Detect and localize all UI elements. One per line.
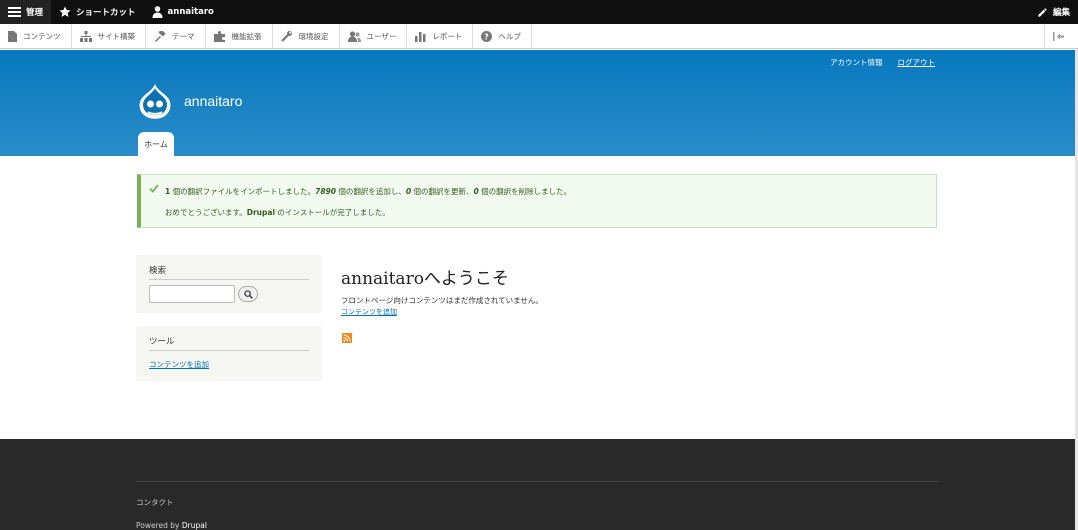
message-text: 個の翻訳を追加し、 [335,187,406,196]
admin-menu-label: ヘルプ [498,31,521,41]
content-icon [8,30,17,42]
manage-label: 管理 [26,8,44,18]
admin-menu-reports[interactable]: レポート [407,24,474,48]
user-icon [152,6,163,18]
admin-menu-appearance[interactable]: テーマ [146,24,206,48]
search-input[interactable] [149,285,235,303]
admin-menu-label: ユーザー [366,31,397,41]
admin-menu-help[interactable]: ? ヘルプ [473,24,532,48]
admin-toolbar: 管理 ショートカット annaitaro 編集 [0,0,1078,24]
user-label: annaitaro [167,7,214,17]
people-icon [347,30,361,42]
rss-feed-icon[interactable] [342,333,352,343]
orientation-toggle-icon [1053,31,1064,41]
svg-text:?: ? [485,32,490,41]
empty-front-text: フロントページ向けコンテンツはまだ作成されていません。 [341,296,543,305]
message-text: 個の翻訳ファイルをインポートしました。 [170,187,316,196]
admin-menu-label: サイト構築 [97,31,136,41]
shortcuts-label: ショートカット [76,8,136,18]
message-text: のインストールが完了しました。 [275,208,390,217]
admin-menu-content[interactable]: コンテンツ [0,24,72,48]
message-line-2: おめでとうございます。Drupal のインストールが完了しました。 [165,207,390,218]
page-title: annaitaroへようこそ [341,269,509,289]
admin-menu-structure[interactable]: サイト構築 [72,24,146,48]
message-brand: Drupal [246,208,276,217]
admin-menu-label: コンテンツ [23,31,61,41]
footer-divider [136,481,938,482]
search-icon [243,289,253,299]
account-link[interactable]: アカウント情報 [830,57,883,68]
admin-menu-people[interactable]: ユーザー [340,24,408,48]
pencil-icon [1038,7,1047,17]
main-add-content-link[interactable]: コンテンツを追加 [341,307,397,317]
message-text: おめでとうございます。 [165,208,247,217]
message-line-1: 1 個の翻訳ファイルをインポートしました。7890 個の翻訳を追加し、0 個の翻… [165,186,571,197]
manage-button[interactable]: 管理 [0,0,52,24]
reports-icon [415,31,426,42]
star-icon [59,6,71,17]
site-name[interactable]: annaitaro [184,93,242,109]
hamburger-icon [8,7,21,17]
tools-block: ツール コンテンツを追加 [136,326,322,381]
admin-menu-label: レポート [432,31,463,41]
appearance-icon [155,30,166,42]
message-count-added: 7890 [315,187,336,196]
message-text: 個の翻訳を更新、 [411,187,474,196]
powered-by-text: Powered by [136,521,182,530]
search-button[interactable] [238,286,258,302]
search-block: 検索 [136,255,322,313]
admin-menu-tray: コンテンツ サイト構築 テーマ 機能拡張 環境設定 ユーザー レポート ? ヘル… [0,24,1078,49]
tools-block-title: ツール [149,335,309,351]
add-content-link[interactable]: コンテンツを追加 [149,359,209,370]
site-footer: コンタクト Powered by Drupal [0,439,1075,530]
admin-menu-label: 環境設定 [298,31,329,41]
powered-by: Powered by Drupal [136,521,207,530]
secondary-menu: アカウント情報 ログアウト [830,57,935,68]
status-message: 1 個の翻訳ファイルをインポートしました。7890 個の翻訳を追加し、0 個の翻… [137,174,937,228]
user-button[interactable]: annaitaro [144,0,222,24]
tray-orientation-toggle[interactable] [1044,24,1078,48]
edit-label: 編集 [1052,8,1070,18]
extend-icon [213,30,225,42]
check-icon [149,184,159,193]
drupal-link[interactable]: Drupal [182,521,207,530]
admin-menu-label: 機能拡張 [231,31,262,41]
config-icon [280,30,292,42]
admin-menu-config[interactable]: 環境設定 [273,24,340,48]
shortcuts-button[interactable]: ショートカット [51,0,144,24]
message-text: 個の翻訳を削除しました。 [478,187,572,196]
footer-contact-link[interactable]: コンタクト [136,497,174,508]
admin-menu-label: テーマ [172,31,195,41]
help-icon: ? [481,30,493,42]
search-block-title: 検索 [149,264,309,280]
logout-link[interactable]: ログアウト [898,57,936,68]
drupal-logo-icon[interactable] [136,83,174,121]
tab-home[interactable]: ホーム [138,132,174,156]
admin-menu-extend[interactable]: 機能拡張 [206,24,273,48]
edit-button[interactable]: 編集 [1029,0,1078,24]
structure-icon [79,30,92,42]
